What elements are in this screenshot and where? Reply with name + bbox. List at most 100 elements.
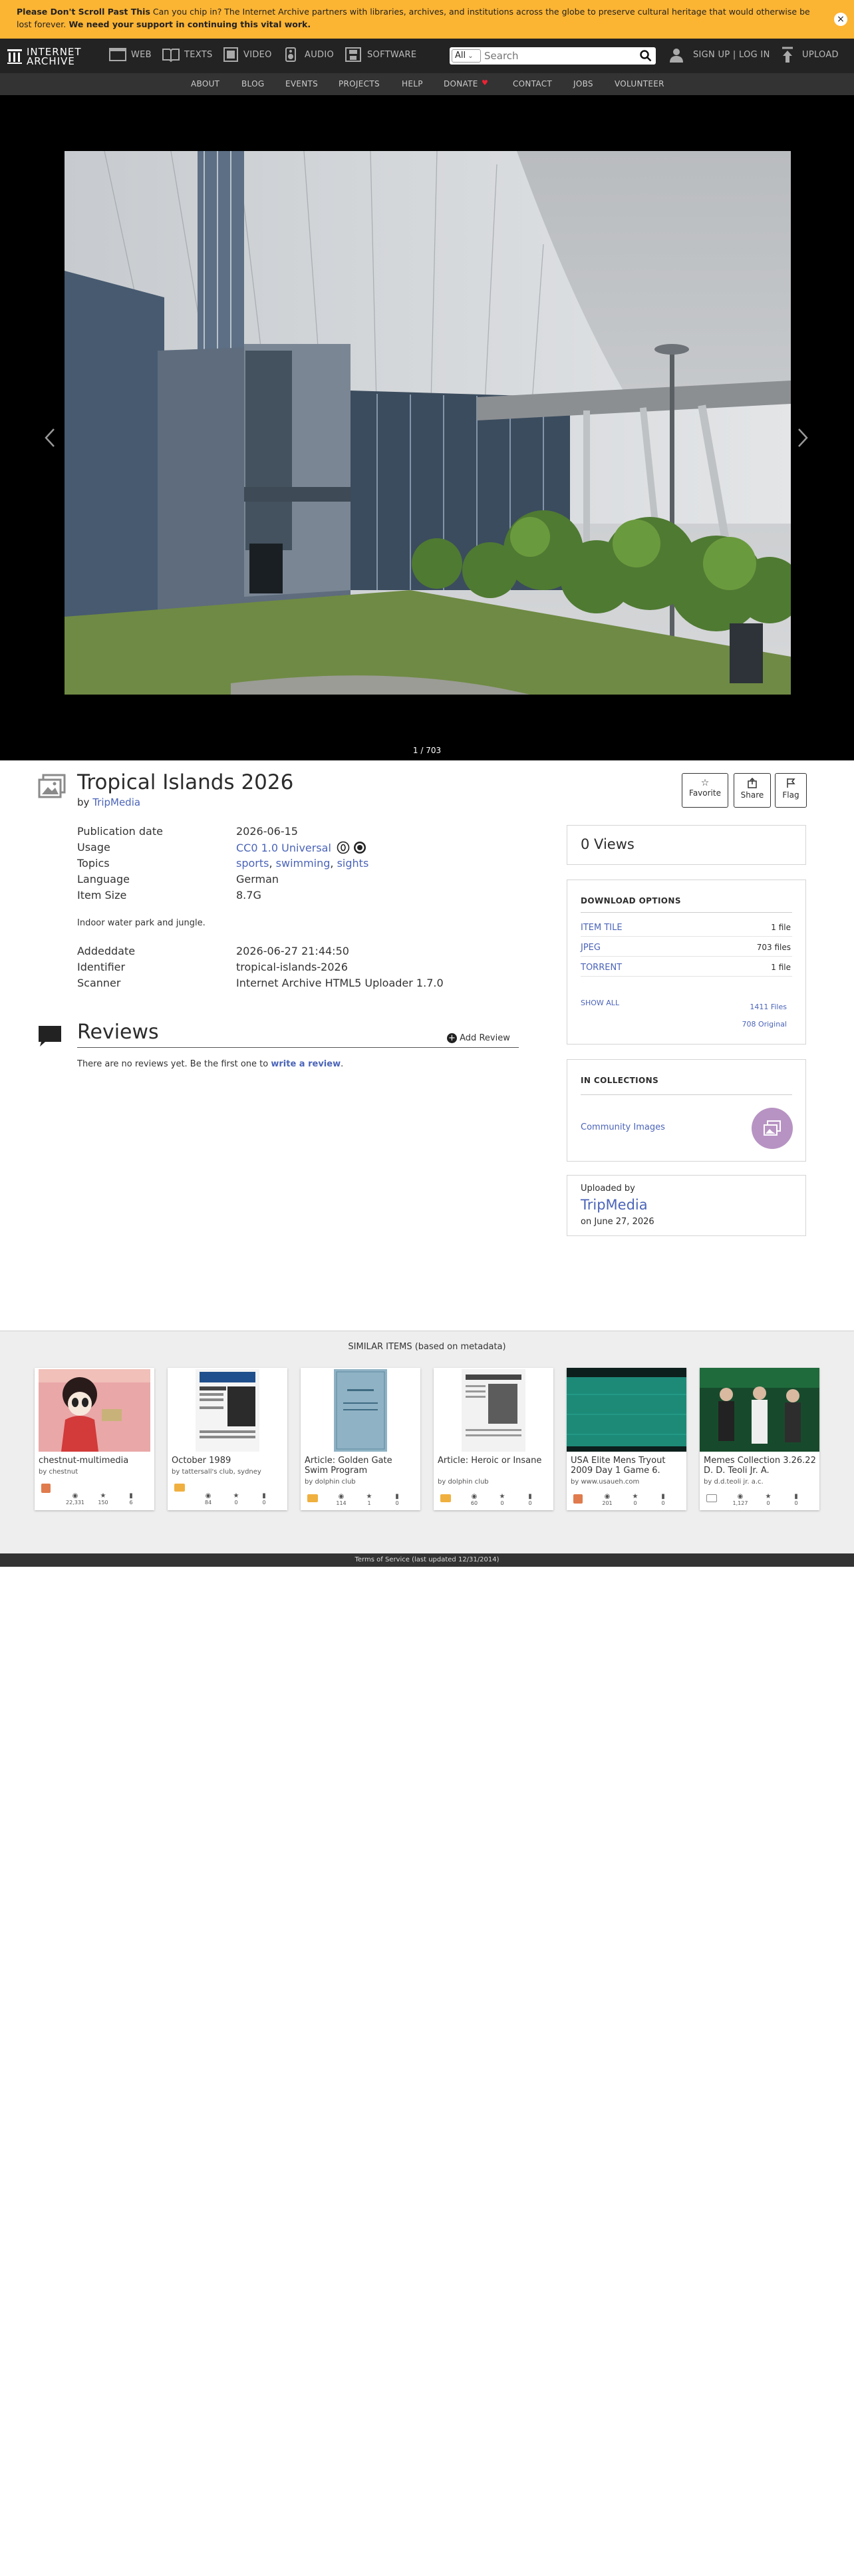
similar-item-card[interactable]: Article: Golden Gate Swim Program by dol… (301, 1368, 420, 1510)
nav-web[interactable]: WEB (131, 50, 152, 60)
views-value: 1,127 (732, 1500, 748, 1506)
creator-link[interactable]: TripMedia (92, 796, 140, 808)
software-icon[interactable] (345, 47, 362, 62)
reviews-divider (77, 1047, 519, 1048)
similar-item-creator: by dolphin club (305, 1478, 356, 1486)
similar-item-card[interactable]: Article: Heroic or Insane by dolphin clu… (434, 1368, 553, 1510)
reviews-empty-text: There are no reviews yet. Be the first o… (77, 1059, 343, 1069)
reviews-stat: ▮ 0 (520, 1493, 540, 1506)
views-stat: ◉ 1,127 (730, 1493, 750, 1506)
total-files-link[interactable]: 1411 Files (750, 1003, 787, 1011)
collection-thumbnail[interactable] (752, 1108, 793, 1149)
favorites-value: 0 (766, 1500, 770, 1506)
reviews-value: 0 (794, 1500, 798, 1506)
views-stat: ◉ 114 (331, 1493, 351, 1506)
similar-item-title[interactable]: USA Elite Mens Tryout 2009 Day 1 Game 6. (571, 1456, 684, 1476)
download-count: 1 file (771, 963, 791, 972)
next-icon[interactable] (797, 428, 809, 448)
language-link[interactable]: German (236, 873, 279, 886)
nav-projects[interactable]: PROJECTS (339, 79, 380, 88)
similar-item-card[interactable]: Memes Collection 3.26.22 D. D. Teoli Jr.… (700, 1368, 819, 1510)
views-value: 114 (336, 1500, 347, 1506)
nav-about[interactable]: ABOUT (191, 79, 219, 88)
collections-panel: IN COLLECTIONS Community Images (567, 1059, 806, 1162)
reviews-value: 0 (262, 1500, 266, 1506)
item-thumbnail (196, 1369, 259, 1452)
nav-jobs[interactable]: JOBS (573, 79, 593, 88)
views-stat: ◉ 22,331 (65, 1492, 85, 1506)
search-input[interactable] (483, 49, 629, 63)
scanner-value: Internet Archive HTML5 Uploader 1.7.0 (236, 977, 444, 989)
reviews-stat: ▮ 6 (121, 1492, 141, 1506)
web-icon[interactable] (109, 47, 126, 62)
nav-blog[interactable]: BLOG (241, 79, 264, 88)
texts-icon[interactable] (162, 47, 180, 62)
add-review-label: Add Review (460, 1033, 510, 1043)
similar-item-title[interactable]: Article: Heroic or Insane (438, 1456, 551, 1466)
uploader-link[interactable]: TripMedia (581, 1197, 648, 1213)
nav-volunteer[interactable]: VOLUNTEER (615, 79, 664, 88)
uploader-panel: Uploaded by TripMedia on June 27, 2026 (567, 1175, 806, 1236)
topic-link[interactable]: sights (337, 857, 369, 870)
nav-video[interactable]: VIDEO (243, 50, 272, 60)
reviews-stat: ▮ 0 (653, 1493, 673, 1506)
topic-link[interactable]: swimming (276, 857, 331, 870)
nav-texts[interactable]: TEXTS (184, 50, 213, 60)
share-button[interactable]: Share (734, 773, 771, 808)
similar-item-card[interactable]: USA Elite Mens Tryout 2009 Day 1 Game 6.… (567, 1368, 686, 1510)
signin-link[interactable]: SIGN UP | LOG IN (693, 50, 770, 60)
nav-donate[interactable]: DONATE (444, 79, 478, 88)
viewer-photo[interactable] (65, 151, 791, 695)
search-scope-value: All (455, 51, 466, 61)
search-scope-select[interactable]: All ⌄ (452, 49, 481, 63)
search-icon[interactable] (640, 50, 652, 62)
similar-item-title[interactable]: October 1989 (172, 1456, 285, 1466)
write-review-link[interactable]: write a review (271, 1059, 341, 1069)
ia-logo[interactable]: INTERNET ARCHIVE (7, 45, 100, 67)
show-all-link[interactable]: SHOW ALL (581, 999, 619, 1007)
cc-public-domain-icon[interactable] (353, 841, 366, 854)
favorites-stat: ★ 150 (93, 1492, 113, 1506)
upload-icon[interactable] (781, 47, 794, 64)
flag-button[interactable]: Flag (775, 773, 807, 808)
close-icon[interactable]: × (834, 13, 847, 26)
views-stat: ◉ 60 (464, 1493, 484, 1506)
similar-item-card[interactable]: October 1989 by tattersall's club, sydne… (168, 1368, 287, 1510)
video-icon[interactable] (222, 47, 239, 62)
download-jpeg[interactable]: JPEG (581, 943, 601, 953)
views-count: 0 Views (581, 836, 635, 852)
similar-items-title: SIMILAR ITEMS (based on metadata) (348, 1342, 506, 1352)
reviews-title: Reviews (77, 1021, 159, 1044)
terms-of-service-link[interactable]: Terms of Service (last updated 12/31/201… (355, 1556, 499, 1563)
similar-item-title[interactable]: Memes Collection 3.26.22 D. D. Teoli Jr.… (704, 1456, 817, 1476)
favorites-stat: ★ 1 (359, 1493, 379, 1506)
similar-item-title[interactable]: Article: Golden Gate Swim Program (305, 1456, 418, 1476)
similar-item-card[interactable]: chestnut-multimedia by chestnut ◉ 22,331 … (35, 1368, 154, 1510)
star-icon: ★ (100, 1492, 106, 1500)
views-value: 60 (470, 1500, 478, 1506)
nav-help[interactable]: HELP (402, 79, 423, 88)
previous-icon[interactable] (44, 428, 56, 448)
views-stat: ◉ 201 (597, 1493, 617, 1506)
favorite-label: Favorite (689, 788, 721, 798)
publication-date-link[interactable]: 2026-06-15 (236, 825, 298, 838)
download-item-tile[interactable]: ITEM TILE (581, 923, 623, 933)
collection-link[interactable]: Community Images (581, 1122, 665, 1132)
nav-software[interactable]: SOFTWARE (367, 50, 416, 60)
similar-item-title[interactable]: chestnut-multimedia (39, 1456, 152, 1466)
download-torrent[interactable]: TORRENT (581, 963, 622, 973)
original-files-link[interactable]: 708 Original (742, 1020, 787, 1029)
nav-audio[interactable]: AUDIO (305, 50, 334, 60)
audio-icon[interactable] (282, 47, 299, 62)
user-icon[interactable] (669, 47, 684, 63)
favorite-button[interactable]: ☆ Favorite (682, 773, 728, 808)
topic-link[interactable]: sports (236, 857, 269, 870)
cc-zero-icon[interactable] (337, 841, 350, 854)
nav-events[interactable]: EVENTS (285, 79, 318, 88)
similar-item-creator: by chestnut (39, 1468, 78, 1476)
license-link[interactable]: CC0 1.0 Universal (236, 842, 331, 854)
item-thumbnail (39, 1369, 150, 1452)
upload-link[interactable]: UPLOAD (802, 50, 839, 60)
add-review-button[interactable]: + Add Review (447, 1033, 510, 1043)
nav-contact[interactable]: CONTACT (513, 79, 552, 88)
